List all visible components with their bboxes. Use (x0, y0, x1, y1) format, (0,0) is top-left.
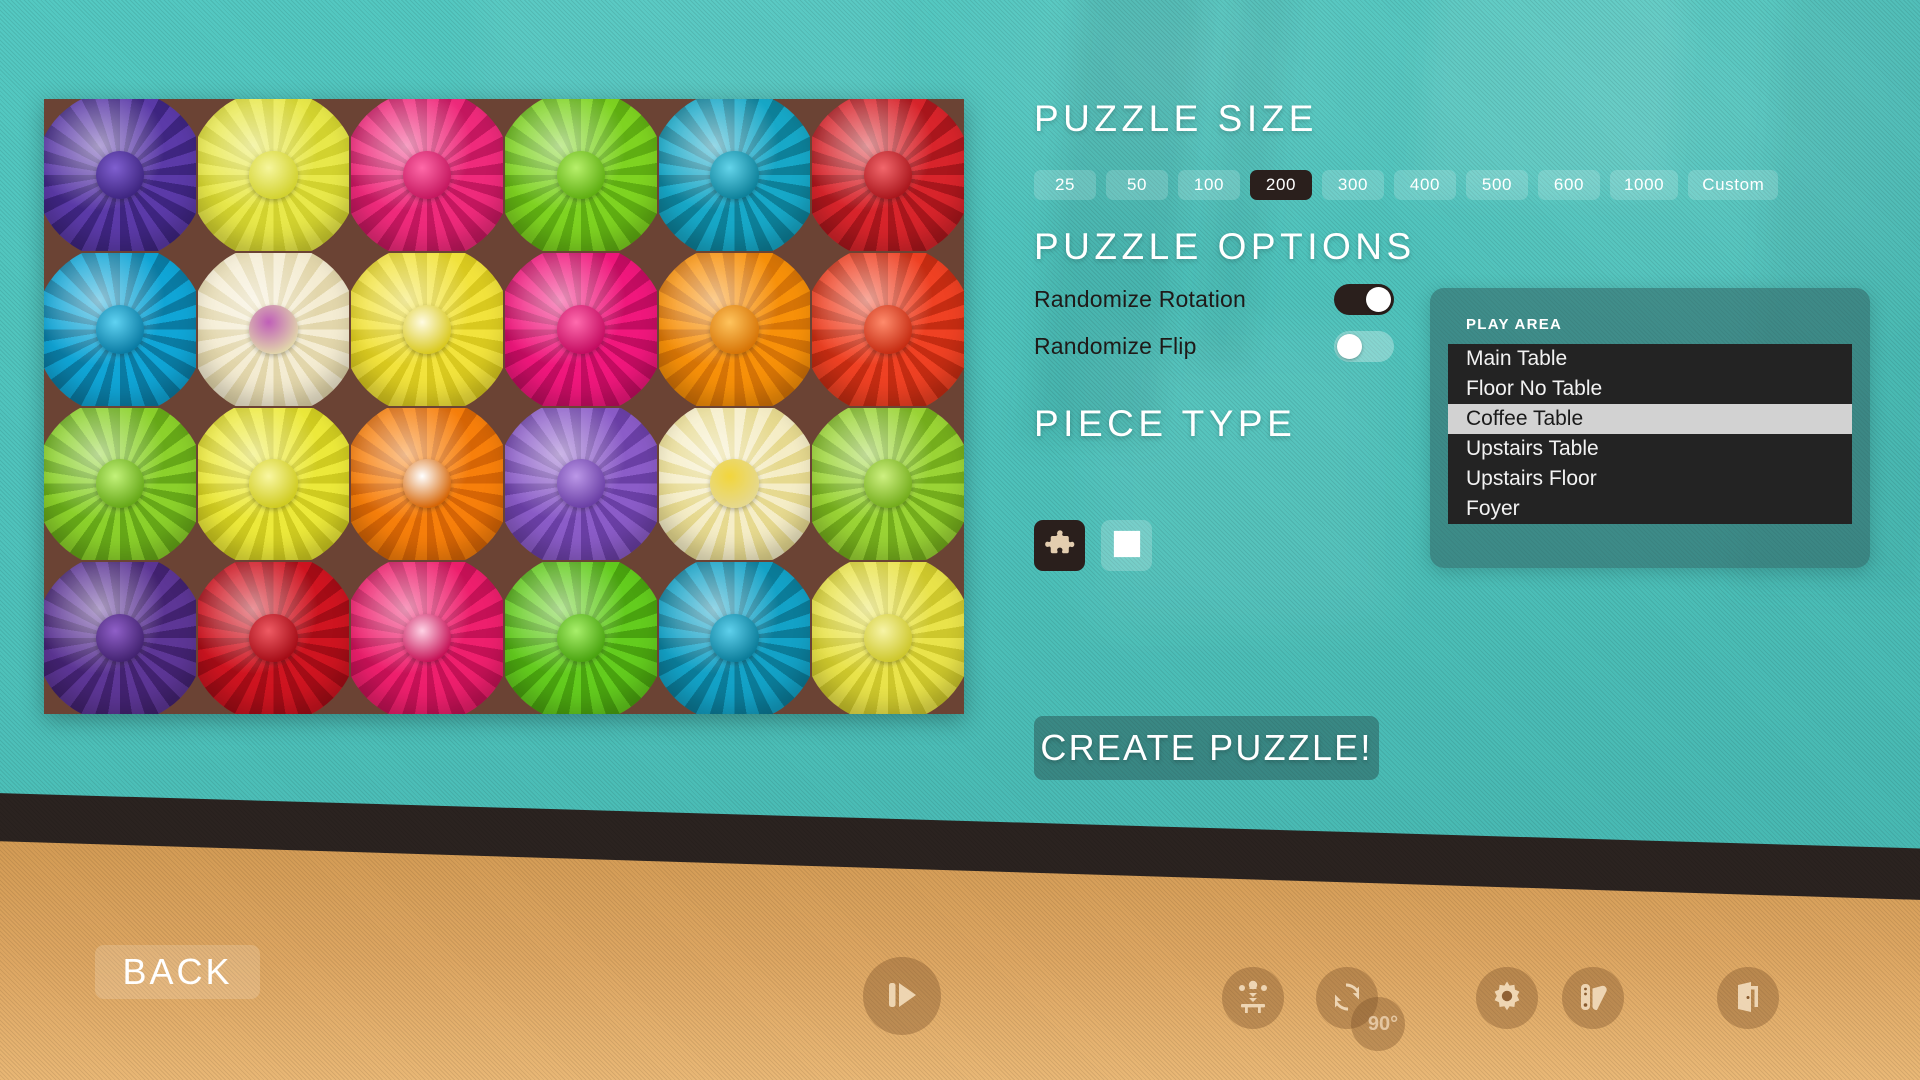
cupcake (44, 561, 196, 714)
size-chip-custom[interactable]: Custom (1688, 170, 1779, 200)
randomize-flip-toggle[interactable] (1334, 331, 1394, 362)
cupcake (197, 99, 350, 252)
gear-icon (1489, 979, 1525, 1018)
puzzle-setup-screen: PUZZLE SIZE 25 50 100 200 300 400 500 60… (0, 0, 1920, 1080)
cupcake (351, 407, 503, 560)
color-palette-icon (1575, 979, 1611, 1018)
cupcake (197, 253, 350, 406)
back-button[interactable]: BACK (95, 945, 260, 999)
size-chip-1000[interactable]: 1000 (1610, 170, 1679, 200)
option-label: Randomize Flip (1034, 333, 1197, 359)
cupcake (658, 99, 811, 252)
cupcake (505, 253, 657, 406)
puzzle-size-options: 25 50 100 200 300 400 500 600 1000 Custo… (1034, 170, 1779, 200)
size-chip-25[interactable]: 25 (1034, 170, 1096, 200)
exit-button[interactable] (1717, 967, 1779, 1029)
size-chip-300[interactable]: 300 (1322, 170, 1384, 200)
cupcake (351, 253, 503, 406)
play-area-item-foyer[interactable]: Foyer (1448, 494, 1852, 524)
play-area-item-upstairs-table[interactable]: Upstairs Table (1448, 434, 1852, 464)
puzzle-options-title: PUZZLE OPTIONS (1034, 226, 1416, 267)
cupcake (658, 407, 811, 560)
piece-type-options (1034, 520, 1152, 571)
option-label: Randomize Rotation (1034, 286, 1246, 312)
size-chip-100[interactable]: 100 (1178, 170, 1240, 200)
cupcake (658, 561, 811, 714)
cupcake (197, 561, 350, 714)
toggle-knob (1366, 287, 1391, 312)
color-palette-button[interactable] (1562, 967, 1624, 1029)
randomize-rotation-toggle[interactable] (1334, 284, 1394, 315)
cupcake-photo (44, 99, 964, 714)
play-area-item-main-table[interactable]: Main Table (1448, 344, 1852, 374)
piece-type-square-button[interactable] (1101, 520, 1152, 571)
play-area-item-upstairs-floor[interactable]: Upstairs Floor (1448, 464, 1852, 494)
cupcake (505, 407, 657, 560)
play-area-panel: PLAY AREA Main Table Floor No Table Coff… (1430, 288, 1870, 568)
rotate-angle-badge[interactable]: 90° (1351, 997, 1405, 1051)
scatter-pieces-to-table-icon (1233, 977, 1273, 1020)
option-randomize-flip: Randomize Flip (1034, 331, 1394, 362)
next-image-button[interactable] (863, 957, 941, 1035)
puzzle-image-preview[interactable] (44, 99, 964, 714)
cupcake (505, 99, 657, 252)
puzzle-piece-icon (1044, 529, 1075, 562)
option-randomize-rotation: Randomize Rotation (1034, 284, 1394, 315)
size-chip-500[interactable]: 500 (1466, 170, 1528, 200)
piece-type-title: PIECE TYPE (1034, 403, 1297, 444)
cupcake (812, 561, 964, 714)
puzzle-size-title: PUZZLE SIZE (1034, 98, 1318, 139)
cupcake (812, 253, 964, 406)
cupcake (197, 407, 350, 560)
toggle-knob (1337, 334, 1362, 359)
size-chip-600[interactable]: 600 (1538, 170, 1600, 200)
piece-type-jigsaw-button[interactable] (1034, 520, 1085, 571)
cupcake (351, 561, 503, 714)
cupcake (812, 407, 964, 560)
size-chip-200[interactable]: 200 (1250, 170, 1312, 200)
exit-door-icon (1730, 979, 1766, 1018)
square-icon (1112, 529, 1142, 562)
cupcake (505, 561, 657, 714)
play-area-item-floor-no-table[interactable]: Floor No Table (1448, 374, 1852, 404)
size-chip-400[interactable]: 400 (1394, 170, 1456, 200)
create-puzzle-button[interactable]: CREATE PUZZLE! (1034, 716, 1379, 780)
cupcake (812, 99, 964, 252)
size-chip-50[interactable]: 50 (1106, 170, 1168, 200)
settings-button[interactable] (1476, 967, 1538, 1029)
cupcake (658, 253, 811, 406)
scatter-pieces-button[interactable] (1222, 967, 1284, 1029)
cupcake (44, 99, 196, 252)
skip-next-icon (881, 974, 923, 1019)
cupcake (44, 253, 196, 406)
play-area-item-coffee-table[interactable]: Coffee Table (1448, 404, 1852, 434)
play-area-list: Main Table Floor No Table Coffee Table U… (1448, 344, 1852, 524)
cupcake (351, 99, 503, 252)
play-area-title: PLAY AREA (1466, 316, 1563, 333)
cupcake (44, 407, 196, 560)
